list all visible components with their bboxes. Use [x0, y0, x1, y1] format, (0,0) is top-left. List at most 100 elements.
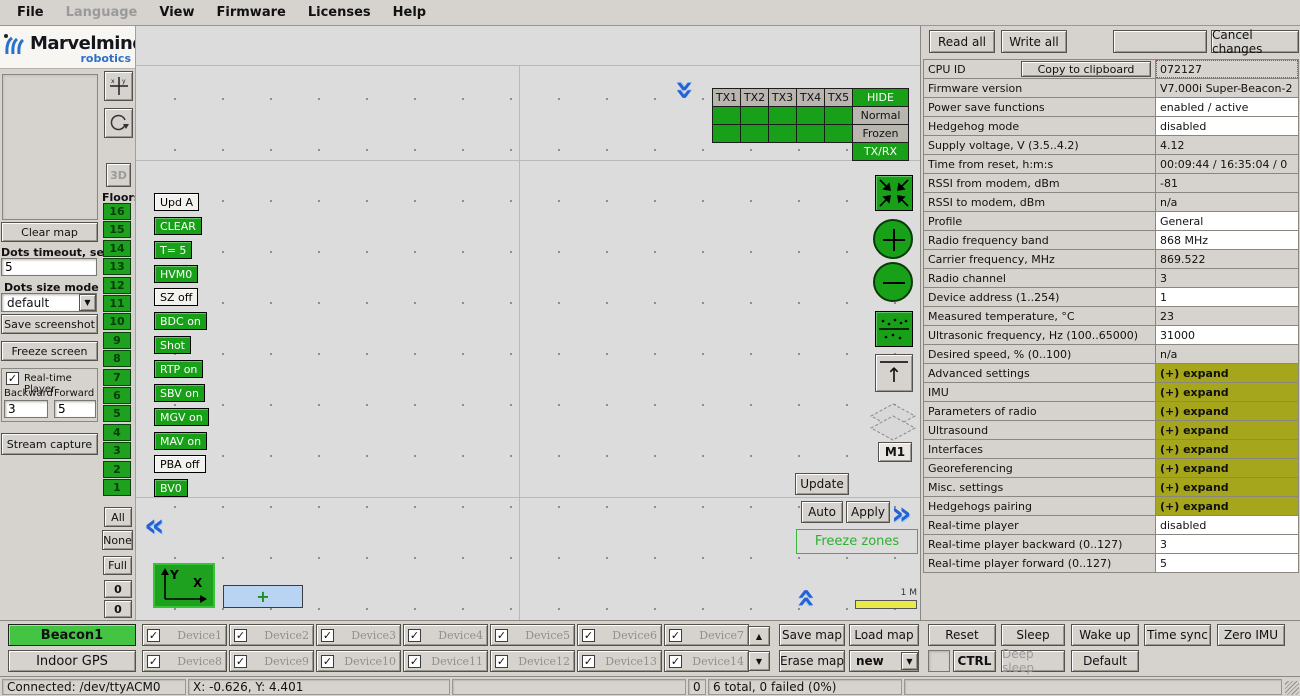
tx-row-normal[interactable]: Normal [852, 106, 909, 125]
pan-up-icon[interactable]: « [669, 82, 695, 101]
floor-offset-bottom-button[interactable]: 0 [104, 600, 132, 618]
tx-state-cell[interactable] [824, 106, 853, 125]
m1-button[interactable]: M1 [878, 442, 912, 462]
device-cell-device12[interactable]: ✓Device12 [490, 650, 575, 672]
checkbox-icon[interactable]: ✓ [147, 629, 160, 642]
menu-item-view[interactable]: View [148, 1, 205, 24]
zoom-out-button[interactable] [873, 262, 913, 302]
tx-state-cell[interactable] [768, 106, 797, 125]
device-cell-device2[interactable]: ✓Device2 [229, 624, 314, 646]
save-screenshot-button[interactable]: Save screenshot [1, 314, 98, 334]
move-to-top-button[interactable]: ↑ [875, 354, 913, 392]
freeze-zones-button[interactable]: Freeze zones [796, 529, 918, 554]
map-toggle-mav-on[interactable]: MAV on [154, 432, 207, 450]
pan-right-icon[interactable]: » [891, 500, 910, 526]
property-value[interactable]: 868 MHz [1155, 230, 1299, 250]
floor-button-3[interactable]: 3 [103, 442, 131, 459]
add-submap-button[interactable]: + [223, 585, 303, 608]
map-toggle-clear[interactable]: CLEAR [154, 217, 202, 235]
device-cell-device6[interactable]: ✓Device6 [577, 624, 662, 646]
dots-size-select[interactable]: default ▼ [1, 293, 97, 312]
zero-imu-button[interactable]: Zero IMU [1217, 624, 1285, 646]
property-value[interactable]: 1 [1155, 287, 1299, 307]
device-cell-device4[interactable]: ✓Device4 [403, 624, 488, 646]
floor-button-7[interactable]: 7 [103, 369, 131, 386]
blank-button[interactable] [1113, 30, 1207, 53]
floor-button-11[interactable]: 11 [103, 295, 131, 312]
floor-button-2[interactable]: 2 [103, 461, 131, 478]
device-cell-device7[interactable]: ✓Device7 [664, 624, 749, 646]
device-cell-device14[interactable]: ✓Device14 [664, 650, 749, 672]
tx-state-cell[interactable] [796, 124, 825, 143]
property-value[interactable]: 3 [1155, 534, 1299, 554]
clear-map-button[interactable]: Clear map [1, 222, 98, 242]
floor-button-15[interactable]: 15 [103, 221, 131, 238]
map-toggle-rtp-on[interactable]: RTP on [154, 360, 203, 378]
tx-column-tx5[interactable]: TX5 [824, 88, 853, 107]
tx-state-cell[interactable] [796, 106, 825, 125]
tx-state-cell[interactable] [768, 124, 797, 143]
zoom-in-button[interactable] [873, 219, 913, 259]
tx-column-tx3[interactable]: TX3 [768, 88, 797, 107]
write-all-button[interactable]: Write all [1001, 30, 1067, 53]
menu-item-licenses[interactable]: Licenses [297, 1, 382, 24]
map-toggle-mgv-on[interactable]: MGV on [154, 408, 209, 426]
chevron-down-icon[interactable]: ▼ [901, 652, 918, 670]
property-value[interactable]: (+) expand [1155, 477, 1299, 497]
erase-map-button[interactable]: Erase map [779, 650, 845, 672]
floor-button-14[interactable]: 14 [103, 240, 131, 257]
property-value[interactable]: (+) expand [1155, 439, 1299, 459]
sleep-button[interactable]: Sleep [1001, 624, 1065, 646]
menu-item-help[interactable]: Help [382, 1, 437, 24]
load-map-button[interactable]: Load map [849, 624, 919, 646]
save-map-button[interactable]: Save map [779, 624, 845, 646]
map-canvas[interactable]: « « » « TX1TX2TX3TX4TX5HIDENormalFrozenT… [135, 26, 920, 620]
3d-view-button[interactable]: 3D [106, 163, 131, 187]
ctrl-button[interactable]: CTRL [953, 650, 996, 672]
map-toggle-hvm0[interactable]: HVM0 [154, 265, 198, 283]
floor-button-9[interactable]: 9 [103, 332, 131, 349]
checkbox-icon[interactable]: ✓ [495, 655, 508, 668]
tx-column-tx4[interactable]: TX4 [796, 88, 825, 107]
default-button[interactable]: Default [1071, 650, 1139, 672]
tx-state-cell[interactable] [740, 106, 769, 125]
checkbox-icon[interactable]: ✓ [234, 655, 247, 668]
checkbox-icon[interactable]: ✓ [669, 629, 682, 642]
update-button[interactable]: Update [795, 473, 849, 495]
checkbox-icon[interactable]: ✓ [495, 629, 508, 642]
floor-button-6[interactable]: 6 [103, 387, 131, 404]
fit-to-screen-button[interactable] [875, 175, 913, 211]
device-cell-device3[interactable]: ✓Device3 [316, 624, 401, 646]
devices-scroll-down-button[interactable]: ▼ [748, 651, 770, 671]
map-toggle-bdc-on[interactable]: BDC on [154, 312, 207, 330]
device-cell-device10[interactable]: ✓Device10 [316, 650, 401, 672]
floors-all-button[interactable]: All [104, 507, 132, 527]
device-cell-device9[interactable]: ✓Device9 [229, 650, 314, 672]
backward-input[interactable] [4, 400, 48, 418]
checkbox-icon[interactable]: ✓ [321, 655, 334, 668]
indoor-gps-tab[interactable]: Indoor GPS [8, 650, 136, 672]
layers-icon[interactable] [869, 402, 917, 444]
xy-axes-tool-button[interactable]: xy [104, 71, 133, 101]
map-toggle-sbv-on[interactable]: SBV on [154, 384, 205, 402]
floors-full-button[interactable]: Full [103, 556, 132, 575]
floor-button-12[interactable]: 12 [103, 277, 131, 294]
floor-offset-top-button[interactable]: 0 [104, 580, 132, 598]
devices-scroll-up-button[interactable]: ▲ [748, 626, 770, 646]
dots-display-button[interactable] [875, 311, 913, 347]
resize-grip[interactable] [1285, 681, 1299, 695]
read-all-button[interactable]: Read all [929, 30, 995, 53]
forward-input[interactable] [54, 400, 96, 418]
checkbox-icon[interactable]: ✓ [321, 629, 334, 642]
device-cell-device13[interactable]: ✓Device13 [577, 650, 662, 672]
floor-button-5[interactable]: 5 [103, 405, 131, 422]
chevron-down-icon[interactable]: ▼ [79, 294, 96, 311]
tx-column-tx1[interactable]: TX1 [712, 88, 741, 107]
tx-row-frozen[interactable]: Frozen [852, 124, 909, 143]
txrx-button[interactable]: TX/RX [852, 142, 909, 161]
pan-down-icon[interactable]: « [794, 588, 820, 607]
device-cell-device8[interactable]: ✓Device8 [142, 650, 227, 672]
property-value[interactable]: (+) expand [1155, 458, 1299, 478]
checkbox-icon[interactable]: ✓ [582, 629, 595, 642]
deep-sleep-button[interactable]: Deep sleep [1001, 650, 1065, 672]
